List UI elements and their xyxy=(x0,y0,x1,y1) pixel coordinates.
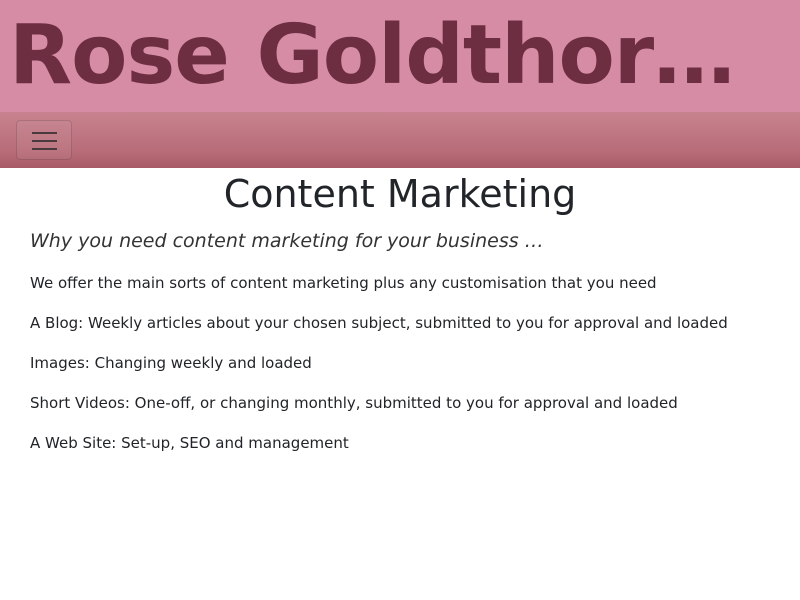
site-title[interactable]: Rose Goldthor… xyxy=(9,8,735,104)
paragraph-website: A Web Site: Set-up, SEO and management xyxy=(30,434,349,452)
paragraph-images: Images: Changing weekly and loaded xyxy=(30,354,312,372)
navbar xyxy=(0,112,800,168)
site-header-banner: Rose Goldthor… xyxy=(0,0,800,112)
navbar-toggle-button[interactable] xyxy=(16,120,72,160)
lead-text: Why you need content marketing for your … xyxy=(30,230,544,252)
paragraph-videos: Short Videos: One-off, or changing month… xyxy=(30,394,678,412)
hamburger-icon xyxy=(32,132,57,150)
page-title: Content Marketing xyxy=(223,172,577,216)
paragraph-intro: We offer the main sorts of content marke… xyxy=(30,274,657,292)
paragraph-blog: A Blog: Weekly articles about your chose… xyxy=(30,314,728,332)
